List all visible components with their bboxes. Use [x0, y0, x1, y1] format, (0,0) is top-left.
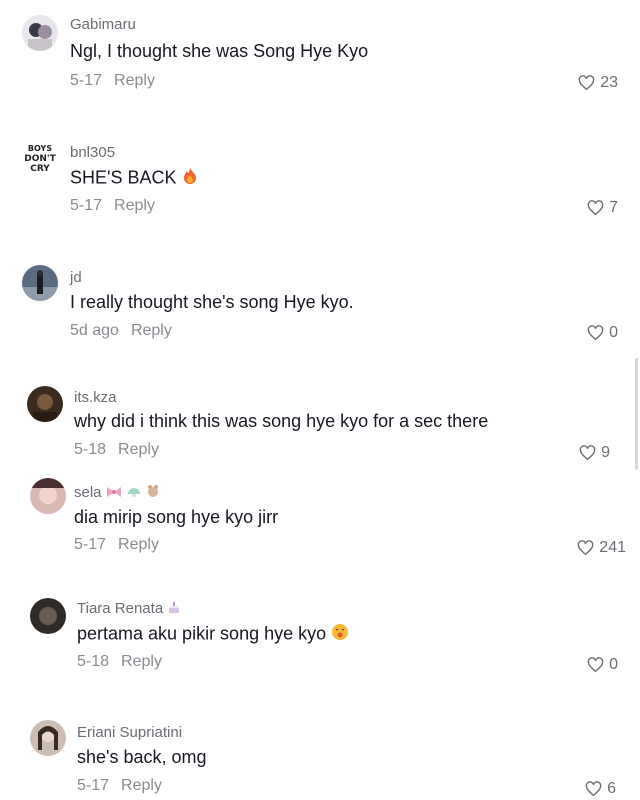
avatar[interactable] [30, 598, 66, 634]
reply-button[interactable]: Reply [121, 777, 162, 794]
like-button[interactable]: 6 [585, 780, 616, 798]
comment-item: its.kza why did i think this was song hy… [0, 375, 640, 475]
comment-text: dia mirip song hye kyo jirr [74, 507, 279, 527]
like-count: 7 [609, 199, 618, 216]
comment-text: I really thought she's song Hye kyo. [70, 292, 354, 312]
like-button[interactable]: 0 [587, 656, 618, 674]
fire-emoji-icon [182, 167, 198, 190]
avatar[interactable] [22, 15, 58, 51]
reply-button[interactable]: Reply [118, 536, 159, 553]
comment-text: why did i think this was song hye kyo fo… [74, 411, 489, 431]
heart-icon [587, 200, 604, 216]
scrollbar[interactable] [635, 358, 638, 470]
comment-date: 5-17 [77, 777, 110, 794]
comment-item: jd I really thought she's song Hye kyo. … [0, 250, 640, 375]
comment-username[interactable]: sela [74, 484, 160, 502]
bow-emoji-icon [106, 485, 122, 502]
heart-icon [587, 325, 604, 341]
comment-username[interactable]: Tiara Renata [77, 600, 181, 618]
comment-item: Tiara Renata pertama aku pikir song hye … [0, 590, 640, 705]
giggle-emoji-icon [331, 623, 349, 646]
comment-date: 5-18 [77, 653, 110, 670]
like-count: 23 [600, 74, 618, 91]
reply-button[interactable]: Reply [121, 653, 162, 670]
mushroom-emoji-icon [126, 485, 142, 502]
like-button[interactable]: 7 [587, 199, 618, 217]
like-button[interactable]: 241 [577, 539, 626, 557]
comment-date: 5-17 [70, 197, 103, 214]
like-button[interactable]: 0 [587, 324, 618, 342]
comment-item: Gabimaru Ngl, I thought she was Song Hye… [0, 0, 640, 125]
avatar[interactable] [27, 386, 63, 422]
comment-date: 5-18 [74, 441, 107, 458]
like-count: 241 [599, 539, 626, 556]
reply-button[interactable]: Reply [114, 72, 155, 89]
reply-button[interactable]: Reply [131, 322, 172, 339]
reply-button[interactable]: Reply [118, 441, 159, 458]
comment-meta: 5d ago Reply [70, 322, 172, 340]
heart-icon [587, 657, 604, 673]
heart-icon [578, 75, 595, 91]
avatar[interactable] [22, 265, 58, 301]
comment-meta: 5-18 Reply [77, 653, 162, 671]
svg-text:CRY: CRY [30, 164, 50, 174]
like-button[interactable]: 9 [579, 444, 610, 462]
comment-text: pertama aku pikir song hye kyo [77, 623, 349, 646]
like-button[interactable]: 23 [578, 74, 618, 92]
comment-meta: 5-18 Reply [74, 441, 159, 459]
comment-username[interactable]: Eriani Supriatini [77, 724, 182, 741]
comment-item: Eriani Supriatini she's back, omg 5-17 Re… [0, 705, 640, 800]
comment-date: 5d ago [70, 322, 119, 339]
bear-emoji-icon [146, 484, 160, 502]
comment-date: 5-17 [70, 72, 103, 89]
like-count: 0 [609, 656, 618, 673]
comment-text: Ngl, I thought she was Song Hye Kyo [70, 41, 369, 61]
comment-text: she's back, omg [77, 747, 207, 767]
reply-button[interactable]: Reply [114, 197, 155, 214]
heart-icon [585, 781, 602, 797]
comment-meta: 5-17 Reply [77, 777, 162, 795]
comment-meta: 5-17 Reply [70, 197, 155, 215]
heart-icon [578, 540, 594, 556]
comment-username[interactable]: jd [70, 269, 82, 286]
comment-text: SHE'S BACK [70, 167, 198, 190]
avatar[interactable] [30, 720, 66, 756]
comment-meta: 5-17 Reply [70, 72, 155, 90]
logo-text: BOYS [28, 144, 52, 153]
comment-username[interactable]: bnl305 [70, 144, 115, 161]
svg-text:DON'T: DON'T [24, 154, 56, 164]
like-count: 9 [601, 444, 610, 461]
heart-icon [579, 445, 596, 461]
comment-meta: 5-17 Reply [74, 536, 159, 554]
comment-item: sela dia mirip song hye kyo jirr 5-17 Rep… [0, 475, 640, 590]
comment-item: BOYS DON'T CRY bnl305 SHE'S BACK 5-17 Rep… [0, 125, 640, 250]
comment-username[interactable]: its.kza [74, 389, 117, 406]
comment-username[interactable]: Gabimaru [70, 16, 136, 33]
comment-date: 5-17 [74, 536, 107, 553]
like-count: 6 [607, 780, 616, 797]
avatar[interactable] [30, 478, 66, 514]
boys-dont-cry-logo-icon[interactable]: BOYS DON'T CRY [22, 140, 58, 176]
like-count: 0 [609, 324, 618, 341]
cake-emoji-icon [167, 600, 181, 618]
